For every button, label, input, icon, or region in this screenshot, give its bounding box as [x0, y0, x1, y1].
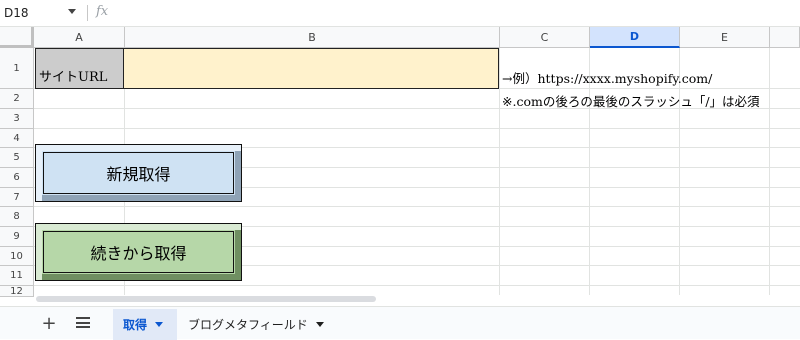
- formula-divider: [87, 5, 88, 21]
- gridline: [34, 206, 800, 207]
- horizontal-scrollbar[interactable]: [34, 295, 800, 303]
- scrollbar-thumb[interactable]: [36, 296, 376, 302]
- row-header-5[interactable]: 5: [0, 148, 34, 168]
- gridline: [34, 128, 800, 129]
- gridline: [769, 48, 770, 298]
- tab-sheet-1[interactable]: 取得: [113, 309, 177, 340]
- row-header-9[interactable]: 9: [0, 227, 34, 247]
- row-header-10[interactable]: 10: [0, 247, 34, 266]
- row-header-3[interactable]: 3: [0, 109, 34, 129]
- add-sheet-button[interactable]: +: [40, 312, 58, 334]
- chevron-down-icon[interactable]: [68, 9, 76, 14]
- gridline: [34, 285, 800, 286]
- cell-a1-site-url-label[interactable]: サイトURL: [35, 48, 124, 89]
- row-header-7[interactable]: 7: [0, 188, 34, 207]
- sheet-tab-bar: + 取得 ブログメタフィールド: [0, 306, 800, 340]
- name-box-value: D18: [4, 6, 29, 20]
- continue-fetch-button[interactable]: 続きから取得: [35, 223, 242, 281]
- row-header-8[interactable]: 8: [0, 207, 34, 227]
- chevron-down-icon[interactable]: [315, 322, 324, 327]
- new-fetch-button-label: 新規取得: [43, 152, 234, 194]
- new-fetch-button[interactable]: 新規取得: [35, 144, 242, 202]
- tab-sheet-2[interactable]: ブログメタフィールド: [178, 309, 338, 340]
- column-header-a[interactable]: A: [34, 27, 125, 48]
- cell-b1-url-input[interactable]: [124, 48, 499, 89]
- gridline: [499, 48, 500, 298]
- column-header-b[interactable]: B: [125, 27, 500, 48]
- name-box[interactable]: D18: [0, 0, 86, 26]
- column-header-f[interactable]: [770, 27, 800, 48]
- all-sheets-menu-icon[interactable]: [76, 317, 90, 328]
- column-header-e[interactable]: E: [680, 27, 770, 48]
- column-header-d[interactable]: D: [590, 27, 680, 48]
- plus-icon: +: [41, 312, 57, 334]
- row-header-1[interactable]: 1: [0, 48, 34, 89]
- cell-c2-slash-note[interactable]: ※.comの後ろの最後のスラッシュ「/」は必須: [502, 91, 760, 110]
- row-header-11[interactable]: 11: [0, 266, 34, 286]
- fx-icon: fx: [96, 4, 109, 19]
- row-header-12[interactable]: 12: [0, 286, 34, 297]
- row-header-4[interactable]: 4: [0, 129, 34, 148]
- column-header-c[interactable]: C: [500, 27, 590, 48]
- tab-label: 取得: [123, 318, 148, 332]
- continue-fetch-button-label: 続きから取得: [43, 231, 234, 273]
- tab-label: ブログメタフィールド: [188, 318, 308, 332]
- formula-bar: D18 fx: [0, 0, 800, 27]
- chevron-down-icon[interactable]: [155, 322, 164, 327]
- select-all-corner[interactable]: [0, 27, 34, 48]
- row-header-6[interactable]: 6: [0, 168, 34, 188]
- cell-c1-example-note[interactable]: →例）https://xxxx.myshopify.com/: [502, 68, 712, 87]
- row-header-2[interactable]: 2: [0, 89, 34, 109]
